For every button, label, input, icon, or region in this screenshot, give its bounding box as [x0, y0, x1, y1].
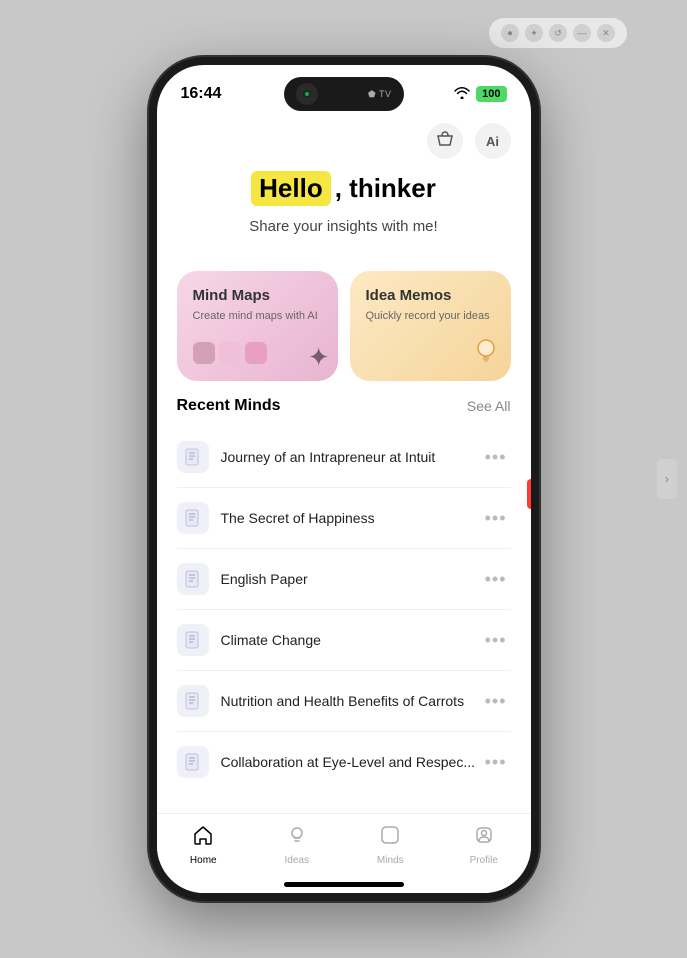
item-menu-1[interactable]: ••• [481, 508, 511, 529]
basket-button[interactable] [427, 123, 463, 159]
item-icon-5 [177, 746, 209, 778]
phone-frame: ⬟ TV 16:44 100 [149, 57, 539, 901]
home-indicator [284, 882, 404, 887]
item-icon-4 [177, 685, 209, 717]
item-icon-3 [177, 624, 209, 656]
item-text-3: Climate Change [221, 632, 481, 648]
item-icon-1 [177, 502, 209, 534]
mindmaps-swatches [193, 342, 322, 364]
battery-indicator: 100 [476, 86, 506, 102]
red-dot-indicator [527, 479, 535, 509]
ideamemos-deco [471, 336, 501, 371]
ideamemos-title: Idea Memos [366, 287, 495, 304]
mindmaps-card[interactable]: Mind Maps Create mind maps with AI ✦ [177, 271, 338, 381]
screen-container: ⏺ ✦ ↺ — ✕ › ⬟ TV 16:44 [0, 0, 687, 958]
list-item[interactable]: English Paper ••• [177, 549, 511, 610]
ideamemos-subtitle: Quickly record your ideas [366, 310, 495, 322]
item-menu-5[interactable]: ••• [481, 752, 511, 773]
nav-label-home: Home [190, 855, 217, 866]
mindmaps-title: Mind Maps [193, 287, 322, 304]
item-menu-4[interactable]: ••• [481, 691, 511, 712]
app-content: Ai Hello , thinker Share your insights w… [157, 115, 531, 893]
header-icons: Ai [157, 115, 531, 163]
item-menu-2[interactable]: ••• [481, 569, 511, 590]
status-right: 100 [454, 86, 506, 102]
list-item[interactable]: Journey of an Intrapreneur at Intuit ••• [177, 427, 511, 488]
list-item[interactable]: Climate Change ••• [177, 610, 511, 671]
item-menu-3[interactable]: ••• [481, 630, 511, 651]
swatch-2 [219, 342, 241, 364]
side-chevron[interactable]: › [657, 459, 677, 499]
item-text-0: Journey of an Intrapreneur at Intuit [221, 449, 481, 465]
wifi-icon [454, 86, 470, 102]
mindmaps-subtitle: Create mind maps with AI [193, 310, 322, 322]
hero-subtitle: Share your insights with me! [177, 218, 511, 235]
nav-item-home[interactable]: Home [157, 824, 251, 866]
ai-label: Ai [486, 134, 499, 149]
ideas-icon [286, 824, 308, 852]
chrome-record-btn[interactable]: ⏺ [501, 24, 519, 42]
see-all-button[interactable]: See All [467, 398, 511, 414]
item-text-1: The Secret of Happiness [221, 510, 481, 526]
item-text-4: Nutrition and Health Benefits of Carrots [221, 693, 481, 709]
item-menu-0[interactable]: ••• [481, 447, 511, 468]
recent-minds-title: Recent Minds [177, 397, 281, 415]
island-camera [296, 83, 318, 105]
cards-section: Mind Maps Create mind maps with AI ✦ Ide… [157, 255, 531, 397]
ideamemos-card[interactable]: Idea Memos Quickly record your ideas [350, 271, 511, 381]
status-time: 16:44 [181, 85, 222, 103]
chrome-close-btn[interactable]: ✕ [597, 24, 615, 42]
nav-label-ideas: Ideas [285, 855, 309, 866]
minds-icon [379, 824, 401, 852]
item-text-5: Collaboration at Eye-Level and Respec... [221, 754, 481, 770]
window-chrome: ⏺ ✦ ↺ — ✕ [489, 18, 627, 48]
home-icon [192, 824, 214, 852]
profile-icon [473, 824, 495, 852]
recent-minds-section: Recent Minds See All Journey of an Intra… [157, 397, 531, 792]
item-text-2: English Paper [221, 571, 481, 587]
recent-minds-header: Recent Minds See All [177, 397, 511, 415]
nav-item-profile[interactable]: Profile [437, 824, 531, 866]
swatch-3 [245, 342, 267, 364]
hello-highlight: Hello [251, 171, 331, 206]
chrome-star-btn[interactable]: ✦ [525, 24, 543, 42]
bottom-nav: Home Ideas Minds [157, 813, 531, 893]
nav-label-minds: Minds [377, 855, 404, 866]
hero-section: Hello , thinker Share your insights with… [157, 163, 531, 255]
list-item[interactable]: Collaboration at Eye-Level and Respec...… [177, 732, 511, 792]
hello-rest: , thinker [335, 173, 436, 204]
chrome-refresh-btn[interactable]: ↺ [549, 24, 567, 42]
nav-item-minds[interactable]: Minds [344, 824, 438, 866]
nav-label-profile: Profile [470, 855, 498, 866]
list-item[interactable]: The Secret of Happiness ••• [177, 488, 511, 549]
list-item[interactable]: Nutrition and Health Benefits of Carrots… [177, 671, 511, 732]
item-icon-0 [177, 441, 209, 473]
dynamic-island: ⬟ TV [284, 77, 404, 111]
swatch-1 [193, 342, 215, 364]
nav-item-ideas[interactable]: Ideas [250, 824, 344, 866]
chrome-minimize-btn[interactable]: — [573, 24, 591, 42]
mindmaps-deco-star: ✦ [308, 342, 330, 373]
ai-button[interactable]: Ai [475, 123, 511, 159]
greeting-badge: Hello , thinker [251, 171, 436, 206]
island-app-label: ⬟ TV [368, 89, 392, 100]
item-icon-2 [177, 563, 209, 595]
